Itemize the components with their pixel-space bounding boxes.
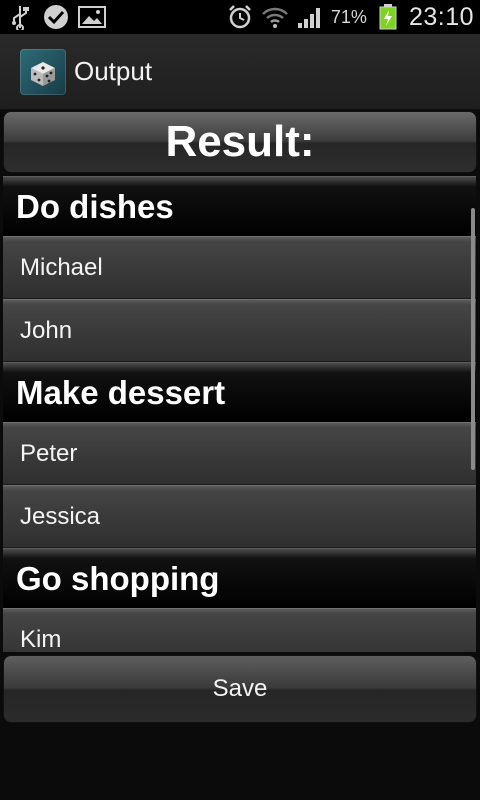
check-icon (42, 4, 70, 30)
list-item[interactable]: Jessica (3, 485, 476, 548)
list-item[interactable]: Peter (3, 422, 476, 485)
clock: 23:10 (408, 2, 474, 31)
status-bar-system: 71% 23:10 (226, 3, 474, 32)
result-list-content: Do dishes Michael John Make dessert Pete… (0, 176, 480, 652)
save-button[interactable]: Save (3, 655, 477, 723)
status-bar: 71% 23:10 (0, 0, 480, 34)
status-bar-notifications (6, 4, 106, 30)
group-header: Do dishes (3, 176, 476, 236)
list-scrollbar[interactable] (471, 208, 475, 470)
signal-icon (296, 4, 324, 30)
list-item[interactable]: John (3, 299, 476, 362)
page-title: Output (74, 56, 153, 86)
list-item[interactable]: Michael (3, 236, 476, 299)
group-header: Go shopping (3, 548, 476, 608)
action-bar: Output (0, 34, 480, 110)
result-list[interactable]: Do dishes Michael John Make dessert Pete… (0, 176, 480, 652)
dice-icon[interactable] (20, 48, 66, 95)
usb-icon (6, 4, 34, 30)
wifi-icon (261, 4, 289, 30)
group-header: Make dessert (3, 362, 476, 422)
alarm-icon (226, 4, 254, 30)
battery-charging-icon (374, 4, 402, 30)
list-item[interactable]: Kim (3, 608, 476, 652)
gallery-icon (78, 4, 106, 30)
result-header-button[interactable]: Result: (3, 111, 477, 173)
battery-percent: 71% (330, 6, 367, 27)
